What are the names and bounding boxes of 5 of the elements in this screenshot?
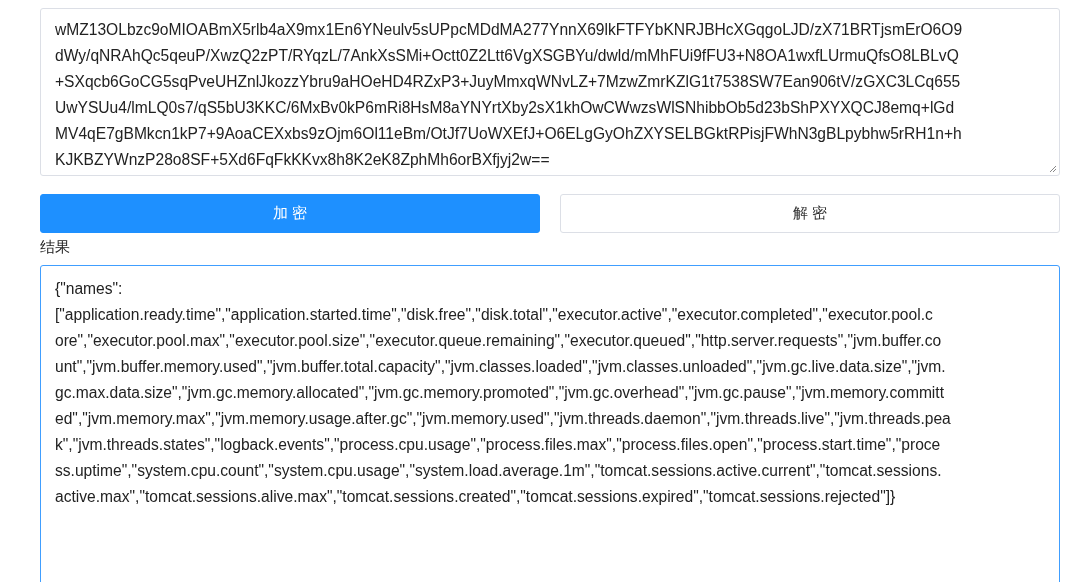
decrypt-button[interactable]: 解 密 (560, 194, 1060, 233)
result-label: 结果 (40, 237, 71, 257)
resize-grip-icon[interactable] (1048, 164, 1057, 173)
cipher-text-field[interactable]: wMZ13OLbzc9oMIOABmX5rlb4aX9mx1En6YNeulv5sUPpcMDdMA277YnnX69lkFTFYbKNRJBHcXGqgoLJD/zX71BRTjsmErO6O9 dWy/qNRAhQc5qeuP/XwzQ2zPT/RYqzL/7AnkXsSMi+Octt0Z2Ltt6VgXSGBYu/dwld/mMhFUi9fFU3+N8OA1wxfLUrmuQfsO8LBLvQ +SXqcb6GoCG5sqPveUHZnlJkozzYbru9aHOeHD4RZxP3+JuyMmxqWNvLZ+7MzwZmrKZlG1t7538SW7Ean906tV/zGXC3LCq655 UwYSUu4/lmLQ0s7/qS5bU3KKC/6MxBv0kP6mRi8HsM8aYNYrtXby2sX1khOwCWwzsWlSNhibbOb5d23bShPXYXQCJ8emq+lGd MV4qE7gBMkcn1kP7+9AoaCEXxbs9zOjm6Ol11eBm/OtJf7UoWXEfJ+O6ELgGyOhZXYSELBGktRPisjFWhN3gBLpybhw5rRH1n+h KJKBZYWnzP28o8SF+5Xd6FqFkKKvx8h8K2eK8ZphMh6orBXfjyj2w== (40, 8, 1060, 176)
result-text-field[interactable]: {"names": ["application.ready.time","application.started.time","disk.free","disk.total","executor.active","executor.completed","executor.pool.c ore","executor.pool.max","executor.pool.size","executor.queue.remaining","executor.queued","http.server.requests","jvm.buffer.co unt","jvm.buffer.memory.used","jvm.buffer.total.capacity","jvm.classes.loaded","jvm.classes.unloaded","jvm.gc.live.data.size","jvm. gc.max.data.size","jvm.gc.memory.allocated","jvm.gc.memory.promoted","jvm.gc.overhead","jvm.gc.pause","jvm.memory.committ ed","jvm.memory.max","jvm.memory.usage.after.gc","jvm.memory.used","jvm.threads.daemon","jvm.threads.live","jvm.threads.pea k","jvm.threads.states","logback.events","process.cpu.usage","process.files.max","process.files.open","process.start.time","proce ss.uptime","system.cpu.count","system.cpu.usage","system.load.average.1m","tomcat.sessions.active.current","tomcat.sessions. active.max","tomcat.sessions.alive.max","tomcat.sessions.created","tomcat.sessions.expired","tomcat.sessions.rejected"]} (40, 265, 1060, 582)
